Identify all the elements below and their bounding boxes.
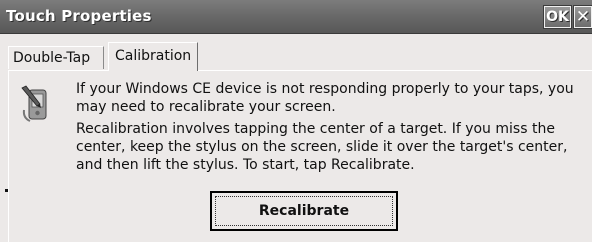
touch-properties-window: Touch Properties OK ✕ Double-Tap Calibra… [0,0,592,250]
window-title: Touch Properties [6,7,152,25]
calibration-message-1: If your Windows CE device is not respond… [76,81,574,115]
edge-dot [5,189,8,192]
recalibrate-button-label: Recalibrate [215,196,393,226]
title-bar[interactable]: Touch Properties OK ✕ [0,0,592,34]
recalibrate-button[interactable]: Recalibrate [210,191,398,231]
tab-calibration[interactable]: Calibration [108,42,198,71]
calibration-message-2: Recalibration involves tapping the cente… [76,121,568,173]
tab-double-tap[interactable]: Double-Tap [8,46,104,69]
stylus-device-icon [21,85,47,122]
tab-label: Double-Tap [13,50,91,66]
close-button[interactable]: ✕ [573,5,592,29]
tab-label: Calibration [115,48,192,64]
ok-button[interactable]: OK [543,5,572,29]
active-tab-gap [109,70,197,72]
